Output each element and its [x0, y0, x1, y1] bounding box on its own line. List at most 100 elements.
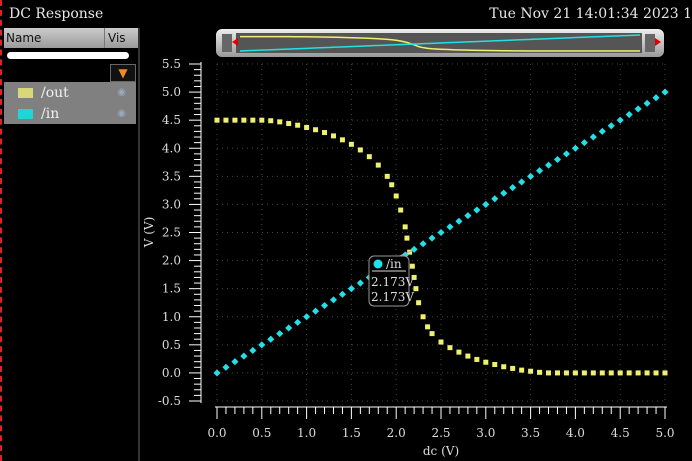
- in-data-point: [616, 116, 624, 124]
- out-data-point: [447, 345, 453, 351]
- out-data-point: [420, 314, 426, 320]
- out-data-point: [438, 339, 444, 345]
- y-tick-label: 4.0: [162, 141, 181, 155]
- in-data-point: [464, 212, 472, 220]
- in-data-point: [222, 363, 230, 371]
- arrow-left-icon[interactable]: [232, 38, 238, 46]
- out-data-point: [483, 359, 489, 365]
- out-data-point: [413, 286, 419, 292]
- in-data-point: [598, 127, 606, 135]
- in-data-point: [347, 285, 355, 293]
- in-data-point: [491, 195, 499, 203]
- in-data-point: [518, 178, 526, 186]
- out-data-point: [474, 356, 480, 362]
- in-data-point: [249, 346, 257, 354]
- out-data-point: [635, 370, 641, 376]
- marker-x-value: 2.173V: [371, 275, 414, 289]
- y-tick-label: 1.5: [162, 282, 181, 296]
- out-data-point: [259, 117, 265, 123]
- out-data-point: [232, 117, 238, 123]
- marker-dot-icon: [373, 259, 383, 269]
- out-data-point: [546, 370, 552, 376]
- in-data-point: [446, 223, 454, 231]
- out-data-point: [528, 368, 534, 374]
- in-data-point: [240, 352, 248, 360]
- out-data-point: [313, 127, 319, 133]
- out-data-point: [389, 182, 395, 188]
- y-tick-label: 0.0: [162, 366, 181, 380]
- arrow-right-icon[interactable]: [655, 38, 661, 46]
- in-data-point: [267, 335, 275, 343]
- y-tick-label: 3.5: [162, 169, 181, 183]
- out-data-point: [653, 370, 659, 376]
- in-data-point: [294, 318, 302, 326]
- out-data-point: [366, 154, 372, 160]
- in-data-point: [329, 296, 338, 304]
- in-data-point: [661, 88, 669, 96]
- out-data-point: [250, 117, 256, 123]
- scroll-left-handle[interactable]: [222, 34, 232, 52]
- marker: /in 2.173V2.173V: [368, 250, 414, 307]
- in-data-point: [285, 324, 293, 332]
- in-data-point: [428, 234, 436, 242]
- out-data-point: [357, 147, 363, 153]
- x-tick-label: 0.5: [252, 426, 271, 440]
- out-data-point: [519, 367, 525, 373]
- in-data-point: [473, 206, 481, 214]
- in-data-point: [562, 150, 570, 158]
- in-data-point: [303, 313, 311, 321]
- scroll-right-handle[interactable]: [645, 34, 655, 52]
- x-tick-label: 3.0: [476, 426, 495, 440]
- in-data-point: [509, 184, 517, 192]
- in-data-point: [258, 341, 266, 349]
- out-data-point: [304, 124, 310, 130]
- y-tick-label: 2.5: [162, 226, 181, 240]
- y-tick-label: 5.0: [162, 85, 181, 99]
- out-data-point: [398, 207, 404, 213]
- out-data-point: [416, 300, 422, 306]
- out-data-point: [465, 353, 471, 359]
- x-tick-label: 2.0: [387, 426, 406, 440]
- in-data-point: [527, 172, 535, 180]
- y-tick-label: 0.5: [162, 338, 181, 352]
- in-data-point: [652, 94, 660, 102]
- out-data-point: [429, 331, 435, 337]
- out-data-point: [322, 130, 328, 136]
- out-data-point: [277, 119, 283, 125]
- in-data-point: [419, 240, 427, 248]
- in-data-point: [437, 228, 445, 237]
- out-data-point: [384, 173, 390, 179]
- y-tick-label: 5.5: [162, 57, 181, 71]
- out-data-point: [608, 370, 614, 376]
- in-data-point: [213, 369, 221, 377]
- in-data-point: [500, 189, 508, 197]
- out-data-point: [492, 361, 498, 367]
- x-tick-label: 1.5: [342, 426, 361, 440]
- out-data-point: [572, 370, 578, 376]
- out-data-point: [644, 370, 650, 376]
- in-data-point: [276, 330, 284, 338]
- out-data-point: [223, 117, 229, 123]
- in-data-point: [536, 167, 544, 175]
- out-data-point: [554, 370, 560, 376]
- y-tick-label: 2.0: [162, 254, 181, 268]
- out-data-point: [425, 324, 431, 330]
- dc-response-plot[interactable]: 0.0 0.5 1.0 1.5 2.0 2.5 3.0 3.5 4.0 4.5 5.0 -0.5 0.0…: [0, 0, 692, 461]
- marker-y-value: 2.173V: [371, 290, 414, 304]
- in-data-point: [607, 122, 615, 130]
- out-data-point: [241, 117, 247, 123]
- out-data-point: [393, 193, 399, 199]
- out-data-point: [348, 141, 354, 147]
- overview-thumbnail: [222, 33, 661, 53]
- out-data-point: [286, 121, 292, 127]
- out-data-point: [456, 349, 462, 355]
- x-tick-label: 5.0: [655, 426, 674, 440]
- in-data-point: [455, 217, 463, 225]
- in-data-point: [571, 144, 579, 152]
- in-data-point: [553, 155, 562, 164]
- in-data-point: [320, 301, 329, 310]
- in-data-point: [625, 111, 633, 119]
- in-data-point: [580, 139, 588, 147]
- x-tick-label: 0.0: [207, 426, 226, 440]
- out-data-point: [330, 133, 336, 139]
